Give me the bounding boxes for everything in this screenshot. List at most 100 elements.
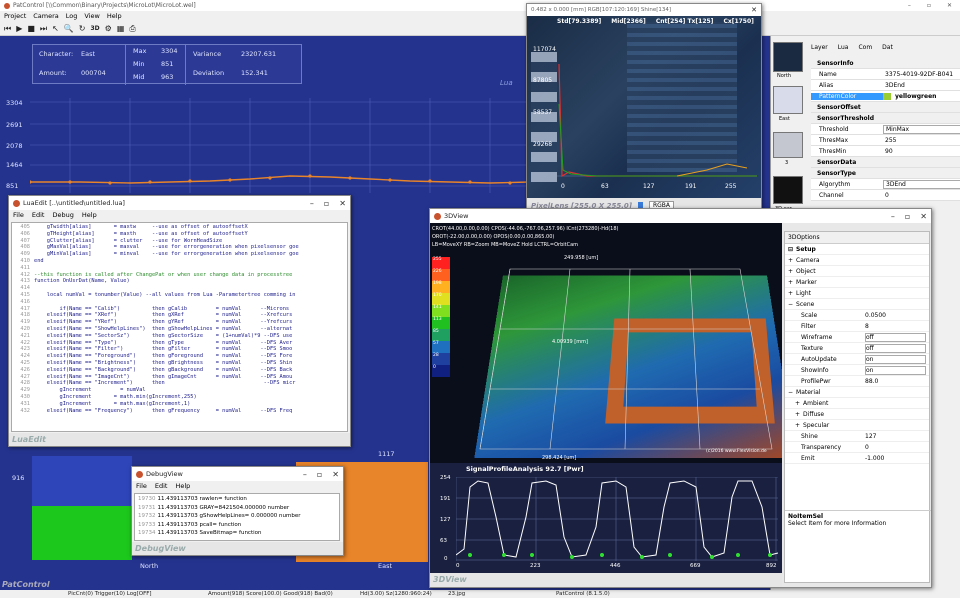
option-group[interactable]: + Object xyxy=(785,266,929,277)
tab-dat[interactable]: Dat xyxy=(882,44,893,51)
close-icon[interactable]: ✕ xyxy=(920,212,927,221)
option-row[interactable]: Transparency 0 xyxy=(785,442,929,453)
prop-group[interactable]: SensorInfo xyxy=(811,58,960,69)
prop-row[interactable]: ThresMin 90 xyxy=(811,146,960,157)
option-group[interactable]: ⊟ Setup xyxy=(785,244,929,255)
code-editor[interactable]: 405 gTwidth[alias] = maxtw --use as offs… xyxy=(11,222,348,432)
option-group[interactable]: + Light xyxy=(785,288,929,299)
menu-edit[interactable]: Edit xyxy=(155,482,168,490)
close-button[interactable]: ✕ xyxy=(947,2,952,9)
option-row[interactable]: Filter 8 xyxy=(785,321,929,332)
menu-log[interactable]: Log xyxy=(66,12,78,21)
menu-help[interactable]: Help xyxy=(82,211,97,219)
min-value: 851 xyxy=(161,60,174,68)
menu-help[interactable]: Help xyxy=(107,12,122,21)
minimize-icon[interactable]: – xyxy=(891,212,895,221)
thumb-north[interactable] xyxy=(773,42,803,72)
prop-row[interactable]: Alias 3DEnd xyxy=(811,80,960,91)
expand-icon[interactable]: − xyxy=(788,301,793,308)
options3d-tab[interactable]: 3DOptions xyxy=(785,232,929,244)
menu-debug[interactable]: Debug xyxy=(52,211,73,219)
close-icon[interactable]: ✕ xyxy=(339,199,346,208)
prop-group[interactable]: SensorThreshold xyxy=(811,113,960,124)
option-group[interactable]: + Specular xyxy=(785,420,929,431)
prop-row[interactable]: Algorythm 3DEnd xyxy=(811,179,960,190)
option-row[interactable]: ShowInfo on xyxy=(785,365,929,376)
option-row[interactable]: Wireframe off xyxy=(785,332,929,343)
prop-row[interactable]: Threshold MinMax xyxy=(811,124,960,135)
east-label: East xyxy=(378,562,393,570)
option-row[interactable]: Emit -1.000 xyxy=(785,453,929,464)
refresh-icon[interactable]: ↻ xyxy=(79,24,86,33)
prop-row[interactable]: Channel 0 xyxy=(811,190,960,201)
prop-row[interactable]: Name 3375-4019-92DF-B041 xyxy=(811,69,960,80)
pointer-icon[interactable]: ↖ xyxy=(52,24,59,33)
expand-icon[interactable]: + xyxy=(795,422,800,429)
option-group[interactable]: + Ambient xyxy=(785,398,929,409)
print-icon[interactable]: ⎙ xyxy=(129,24,135,34)
menu-file[interactable]: File xyxy=(13,211,24,219)
debugview-titlebar: DebugView – ▫ ✕ xyxy=(132,467,343,481)
expand-icon[interactable]: ⊟ xyxy=(788,246,793,253)
thumb-3[interactable] xyxy=(773,132,803,158)
option-row[interactable]: Scale 0.0500 xyxy=(785,310,929,321)
prop-row[interactable]: ThresMax 255 xyxy=(811,135,960,146)
tab-lua[interactable]: Lua xyxy=(838,44,849,51)
prop-row[interactable]: PatternColor yellowgreen xyxy=(811,91,960,102)
close-icon[interactable]: ✕ xyxy=(332,470,339,479)
option-group[interactable]: − Scene xyxy=(785,299,929,310)
grid-icon[interactable]: ▦ xyxy=(117,24,125,33)
option-group[interactable]: + Marker xyxy=(785,277,929,288)
stop-icon[interactable]: ■ xyxy=(27,24,35,33)
menu-camera[interactable]: Camera xyxy=(33,12,59,21)
minimize-icon[interactable]: – xyxy=(310,199,314,208)
option-group[interactable]: + Camera xyxy=(785,255,929,266)
close-icon[interactable]: ✕ xyxy=(751,6,757,14)
menu-view[interactable]: View xyxy=(84,12,99,21)
view3d-canvas[interactable]: CROT(44.00,0.00,0.00) CPOS(-44.06,-767.0… xyxy=(430,223,782,463)
debug-log[interactable]: 19730 11.439113703 rawlen= function 19731 1… xyxy=(134,493,340,541)
zoom-icon[interactable]: 🔍 xyxy=(64,24,74,33)
tab-com[interactable]: Com xyxy=(858,44,872,51)
3d-icon[interactable]: 3D xyxy=(91,25,100,32)
minimize-icon[interactable]: – xyxy=(303,470,307,479)
play-icon[interactable]: ▶ xyxy=(16,24,22,33)
option-group[interactable]: − Material xyxy=(785,387,929,398)
prop-group[interactable]: SensorOffset xyxy=(811,102,960,113)
maximize-icon[interactable]: ▫ xyxy=(317,470,322,479)
expand-icon[interactable]: + xyxy=(788,268,793,275)
prop-value: MinMax xyxy=(883,124,960,134)
maximize-icon[interactable]: ▫ xyxy=(324,199,329,208)
minimize-button[interactable]: – xyxy=(908,2,911,9)
maximize-icon[interactable]: ▫ xyxy=(905,212,910,221)
code-line: 422 elseif(Name == "Type") then gType = … xyxy=(12,340,347,347)
thumb-east[interactable] xyxy=(773,86,803,114)
option-row[interactable]: Shine 127 xyxy=(785,431,929,442)
thumb-3d-ear[interactable] xyxy=(773,176,803,204)
max-value: 3304 xyxy=(161,47,178,55)
tab-layer[interactable]: Layer xyxy=(811,44,828,51)
prop-group[interactable]: SensorType xyxy=(811,168,960,179)
expand-icon[interactable]: + xyxy=(795,400,800,407)
option-row[interactable]: AutoUpdate on xyxy=(785,354,929,365)
expand-icon[interactable]: + xyxy=(788,279,793,286)
menu-help[interactable]: Help xyxy=(175,482,190,490)
next-icon[interactable]: ⏭ xyxy=(40,24,47,34)
line-number: 416 xyxy=(20,298,30,305)
prop-group[interactable]: SensorData xyxy=(811,157,960,168)
log-index: 19734 xyxy=(138,530,156,536)
settings-icon[interactable]: ⚙ xyxy=(105,24,112,33)
option-row[interactable]: ProfilePwr 88.0 xyxy=(785,376,929,387)
expand-icon[interactable]: − xyxy=(788,389,793,396)
menu-project[interactable]: Project xyxy=(4,12,26,21)
expand-icon[interactable]: + xyxy=(788,290,793,297)
option-group[interactable]: + Diffuse xyxy=(785,409,929,420)
option-row[interactable]: Texture off xyxy=(785,343,929,354)
maximize-button[interactable]: ▫ xyxy=(927,2,931,9)
info-crot: CROT(44.00,0.00,0.00) CPOS(-44.06,-767.0… xyxy=(432,226,619,232)
expand-icon[interactable]: + xyxy=(795,411,800,418)
menu-edit[interactable]: Edit xyxy=(32,211,45,219)
menu-file[interactable]: File xyxy=(136,482,147,490)
prev-icon[interactable]: ⏮ xyxy=(4,24,11,34)
expand-icon[interactable]: + xyxy=(788,257,793,264)
